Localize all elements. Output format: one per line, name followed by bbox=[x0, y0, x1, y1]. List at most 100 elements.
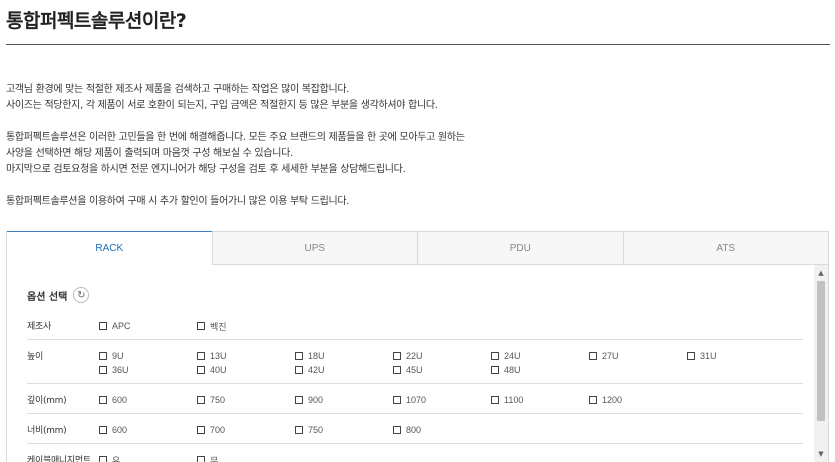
option-checkbox-item[interactable]: 27U bbox=[589, 349, 687, 363]
options-header: 옵션 선택 ↻ bbox=[27, 287, 90, 303]
checkbox[interactable] bbox=[295, 366, 303, 374]
checkbox[interactable] bbox=[393, 396, 401, 404]
option-checkbox-item[interactable]: 40U bbox=[197, 363, 295, 377]
checkbox[interactable] bbox=[197, 396, 205, 404]
option-checkbox-item[interactable]: 9U bbox=[99, 349, 197, 363]
option-checkbox-item[interactable]: 900 bbox=[295, 393, 393, 407]
checkbox[interactable] bbox=[589, 396, 597, 404]
checkbox-label: 22U bbox=[406, 351, 423, 361]
option-checkbox-item[interactable]: 800 bbox=[393, 423, 491, 437]
tab-ats[interactable]: ATS bbox=[622, 232, 829, 264]
checkbox[interactable] bbox=[393, 352, 401, 360]
option-rows: 제조사 APC 벡진높이 9U 13U 18U 22U 24U 27U 31U 36U 40U 42U 4… bbox=[27, 310, 803, 462]
scrollbar[interactable]: ▲ ▼ bbox=[814, 265, 828, 462]
checkbox[interactable] bbox=[491, 366, 499, 374]
option-checkbox-item[interactable]: 42U bbox=[295, 363, 393, 377]
checkbox-label: 13U bbox=[210, 351, 227, 361]
option-checkbox-item[interactable]: 1070 bbox=[393, 393, 491, 407]
option-checkbox-item[interactable]: 750 bbox=[197, 393, 295, 407]
scroll-down-arrow-icon[interactable]: ▼ bbox=[814, 448, 828, 460]
intro-line: 사이즈는 적당한지, 각 제품이 서로 호환이 되는지, 구입 금액은 적절한지… bbox=[6, 100, 438, 111]
option-checkbox-item[interactable]: 48U bbox=[491, 363, 589, 377]
checkbox[interactable] bbox=[687, 352, 695, 360]
option-choices: 유무 bbox=[99, 444, 803, 462]
option-choices: 600 750 900 1070 1100 1200 bbox=[99, 384, 803, 413]
page-title: 통합퍼펙트솔루션이란? bbox=[6, 10, 187, 32]
product-tabs: RACK UPS PDU ATS bbox=[6, 231, 829, 265]
checkbox[interactable] bbox=[197, 366, 205, 374]
intro-paragraph-2: 통합퍼펙트솔루션은 이러한 고민들을 한 번에 해결해줍니다. 모든 주요 브랜… bbox=[6, 130, 806, 178]
option-checkbox-item[interactable]: 36U bbox=[99, 363, 197, 377]
tab-rack[interactable]: RACK bbox=[7, 231, 212, 265]
checkbox-label: 40U bbox=[210, 365, 227, 375]
checkbox[interactable] bbox=[99, 396, 107, 404]
intro-line: 사양을 선택하면 해당 제품이 출력되며 마음껏 구성 해보실 수 있습니다. bbox=[6, 148, 293, 159]
checkbox[interactable] bbox=[589, 352, 597, 360]
intro-line: 고객님 환경에 맞는 적절한 제조사 제품을 검색하고 구매하는 작업은 많이 … bbox=[6, 84, 350, 95]
option-checkbox-item[interactable]: 600 bbox=[99, 423, 197, 437]
scroll-thumb[interactable] bbox=[817, 281, 825, 421]
option-choices: APC 벡진 bbox=[99, 310, 803, 339]
option-choices: 600 700 750 800 bbox=[99, 414, 803, 443]
intro-line: 마지막으로 검토요청을 하시면 전문 엔지니어가 해당 구성을 검토 후 세세한… bbox=[6, 164, 406, 175]
option-checkbox-item[interactable]: 13U bbox=[197, 349, 295, 363]
option-checkbox-item[interactable]: 31U bbox=[687, 349, 785, 363]
checkbox-label: 42U bbox=[308, 365, 325, 375]
option-row-label: 케이블매니지먼트 bbox=[27, 456, 91, 462]
option-row: 제조사 APC 벡진 bbox=[27, 310, 803, 340]
checkbox[interactable] bbox=[99, 456, 107, 462]
checkbox[interactable] bbox=[491, 352, 499, 360]
checkbox-label: APC bbox=[112, 321, 131, 331]
intro-line: 통합퍼펙트솔루션은 이러한 고민들을 한 번에 해결해줍니다. 모든 주요 브랜… bbox=[6, 132, 465, 143]
checkbox[interactable] bbox=[99, 352, 107, 360]
checkbox-label: 750 bbox=[210, 395, 226, 405]
intro-text: 고객님 환경에 맞는 적절한 제조사 제품을 검색하고 구매하는 작업은 많이 … bbox=[6, 82, 806, 210]
option-choices: 9U 13U 18U 22U 24U 27U 31U 36U 40U 42U 45U 48U bbox=[99, 340, 803, 383]
checkbox-label: 800 bbox=[406, 425, 422, 435]
refresh-icon[interactable]: ↻ bbox=[73, 287, 90, 303]
option-checkbox-item[interactable]: 18U bbox=[295, 349, 393, 363]
option-checkbox-item[interactable]: 1100 bbox=[491, 393, 589, 407]
option-checkbox-item[interactable]: 무 bbox=[197, 453, 295, 462]
option-checkbox-item[interactable]: 22U bbox=[393, 349, 491, 363]
option-checkbox-item[interactable]: APC bbox=[99, 319, 197, 333]
checkbox[interactable] bbox=[99, 366, 107, 374]
checkbox[interactable] bbox=[99, 426, 107, 434]
checkbox[interactable] bbox=[197, 456, 205, 462]
scroll-up-arrow-icon[interactable]: ▲ bbox=[814, 267, 828, 279]
tab-ups[interactable]: UPS bbox=[211, 232, 418, 264]
option-checkbox-item[interactable]: 600 bbox=[99, 393, 197, 407]
option-checkbox-item[interactable]: 벡진 bbox=[197, 319, 295, 333]
checkbox[interactable] bbox=[393, 426, 401, 434]
checkbox[interactable] bbox=[197, 426, 205, 434]
checkbox-label: 31U bbox=[700, 351, 717, 361]
checkbox-label: 750 bbox=[308, 425, 324, 435]
option-checkbox-item[interactable]: 700 bbox=[197, 423, 295, 437]
checkbox[interactable] bbox=[295, 426, 303, 434]
intro-line: 통합퍼펙트솔루션을 이용하여 구매 시 추가 할인이 들어가니 많은 이용 부탁… bbox=[6, 196, 350, 207]
checkbox-label: 무 bbox=[210, 455, 219, 462]
checkbox-label: 45U bbox=[406, 365, 423, 375]
option-checkbox-item[interactable]: 1200 bbox=[589, 393, 687, 407]
checkbox[interactable] bbox=[295, 396, 303, 404]
checkbox[interactable] bbox=[197, 322, 205, 330]
option-row: 너비(mm) 600 700 750 800 bbox=[27, 414, 803, 444]
checkbox[interactable] bbox=[393, 366, 401, 374]
checkbox[interactable] bbox=[99, 322, 107, 330]
option-checkbox-item[interactable]: 45U bbox=[393, 363, 491, 377]
checkbox-label: 1070 bbox=[406, 395, 427, 405]
option-row-label: 높이 bbox=[27, 352, 43, 362]
option-checkbox-item[interactable]: 24U bbox=[491, 349, 589, 363]
tab-pdu[interactable]: PDU bbox=[417, 232, 623, 264]
option-checkbox-item[interactable]: 유 bbox=[99, 453, 197, 462]
checkbox[interactable] bbox=[197, 352, 205, 360]
checkbox[interactable] bbox=[295, 352, 303, 360]
option-row-label: 제조사 bbox=[27, 322, 51, 332]
option-row-label: 깊이(mm) bbox=[27, 396, 67, 406]
checkbox[interactable] bbox=[491, 396, 499, 404]
option-checkbox-item[interactable]: 750 bbox=[295, 423, 393, 437]
checkbox-label: 48U bbox=[504, 365, 521, 375]
checkbox-label: 유 bbox=[112, 455, 121, 462]
checkbox-label: 1200 bbox=[602, 395, 623, 405]
options-panel: 옵션 선택 ↻ 제조사 APC 벡진높이 9U 13U 18U 22U 24U 27U 31U 36… bbox=[6, 265, 829, 462]
